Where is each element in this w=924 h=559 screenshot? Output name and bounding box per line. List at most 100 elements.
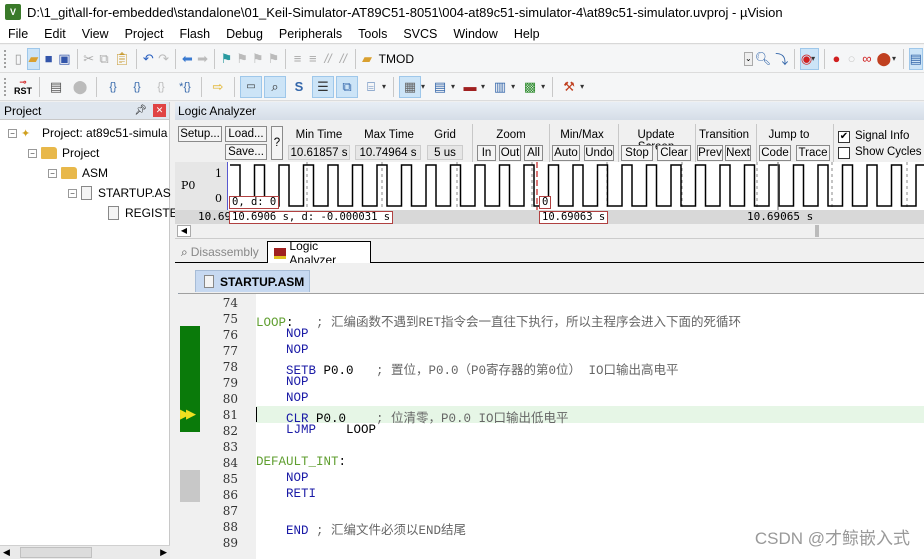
chevron-down-icon[interactable]: ▾ (382, 82, 386, 91)
menu-view[interactable]: View (74, 27, 117, 41)
disassembly-window-icon[interactable]: ⌕ (264, 75, 286, 98)
step-over-icon[interactable]: {} (126, 76, 148, 98)
zoom-in-button[interactable]: In (477, 145, 496, 161)
toolbar-grip[interactable] (4, 49, 7, 68)
auto-button[interactable]: Auto (552, 145, 580, 161)
nav-forward-icon[interactable]: ➡ (196, 48, 209, 70)
collapse-icon[interactable]: − (8, 128, 17, 138)
tree-item-startup-asm[interactable]: − STARTUP.AS (68, 186, 171, 200)
code-line[interactable]: END ; 汇编文件必须以END结尾 (256, 519, 466, 538)
breakpoint-disable-icon[interactable]: ∞ (860, 48, 873, 70)
code-line[interactable]: NOP (256, 471, 309, 485)
command-window-icon[interactable]: ▭ (240, 75, 262, 98)
jump-trace-button[interactable]: Trace (796, 145, 830, 161)
tab-disassembly[interactable]: ⌕ Disassembly (175, 241, 265, 263)
help-button[interactable]: ? (271, 126, 283, 160)
redo-icon[interactable]: ↷ (157, 48, 170, 70)
code-line[interactable]: LOOP: ; 汇编函数不遇到RET指令会一直往下执行，所以主程序会进入下面的死… (256, 311, 741, 330)
find-combo-value[interactable]: TMOD (379, 52, 414, 66)
registers-window-icon[interactable]: ☰ (312, 75, 334, 98)
chevron-down-icon[interactable]: ▾ (511, 82, 515, 91)
step-into-icon[interactable]: {} (102, 76, 124, 98)
signal-name[interactable]: P0 (181, 179, 195, 192)
menu-flash[interactable]: Flash (171, 27, 218, 41)
reset-icon[interactable]: ⊸ RST (12, 76, 34, 98)
toolbar-grip[interactable] (4, 77, 7, 96)
tab-startup-asm[interactable]: STARTUP.ASM (195, 270, 310, 292)
zoom-out-button[interactable]: Out (499, 145, 521, 161)
breakpoint-insert-icon[interactable]: ● (830, 48, 843, 70)
clear-button[interactable]: Clear (657, 145, 691, 161)
next-transition-button[interactable]: Next (725, 145, 751, 161)
new-file-icon[interactable]: ▯ (12, 48, 25, 70)
scroll-left-icon[interactable]: ◀ (177, 225, 191, 237)
toolbox-icon[interactable]: ⚒ (558, 76, 580, 98)
tree-item-project-group[interactable]: − Project (28, 146, 99, 160)
code-line[interactable]: NOP (256, 391, 309, 405)
save-icon[interactable]: ■ (42, 48, 55, 70)
collapse-icon[interactable]: − (28, 148, 37, 158)
menu-window[interactable]: Window (445, 27, 505, 41)
find-icon[interactable]: 🔍︎ (754, 48, 773, 70)
scroll-right-icon[interactable]: ▶ (160, 547, 167, 558)
zoom-all-button[interactable]: All (524, 145, 543, 161)
prev-bookmark-icon[interactable]: ⚑ (235, 48, 249, 70)
menu-project[interactable]: Project (117, 27, 172, 41)
menu-svcs[interactable]: SVCS (395, 27, 445, 41)
prev-transition-button[interactable]: Prev (697, 145, 723, 161)
menu-peripherals[interactable]: Peripherals (271, 27, 350, 41)
menu-edit[interactable]: Edit (36, 27, 74, 41)
serial-windows-icon[interactable]: ▤ (429, 76, 451, 98)
close-icon[interactable]: ✕ (153, 104, 166, 117)
code-line[interactable]: NOP (256, 343, 309, 357)
save-all-icon[interactable]: ▣ (57, 48, 71, 70)
scroll-left-icon[interactable]: ◀ (3, 547, 10, 558)
stop-button[interactable]: Stop (621, 145, 653, 161)
memory-windows-icon[interactable]: ▦ (399, 75, 422, 98)
pin-icon[interactable]: 📌︎ (134, 105, 147, 116)
load-button[interactable]: Load... (225, 126, 267, 142)
indent-icon[interactable]: ≡ (291, 48, 304, 70)
scrollbar-thumb[interactable] (20, 547, 92, 558)
logic-analyzer-scrollbar[interactable]: ◀ (175, 224, 924, 239)
save-button[interactable]: Save... (225, 144, 267, 160)
copy-icon[interactable]: ⧉ (97, 48, 110, 70)
tree-item-project-root[interactable]: − ✦ Project: at89c51-simula (8, 126, 167, 140)
bookmark-icon[interactable]: ⚑ (220, 48, 234, 70)
chevron-down-icon[interactable]: ▾ (892, 54, 896, 63)
open-folder-icon[interactable]: ▰ (26, 47, 41, 70)
chevron-down-icon[interactable]: ▾ (580, 82, 584, 91)
menu-tools[interactable]: Tools (350, 27, 395, 41)
project-horizontal-scrollbar[interactable]: ◀ ▶ (0, 545, 170, 559)
breakpoint-enable-icon[interactable]: ○ (845, 48, 858, 70)
symbols-window-icon[interactable]: S (288, 76, 310, 98)
scrollbar-thumb[interactable] (815, 225, 819, 237)
window-layout-icon[interactable]: ▤ (908, 47, 923, 70)
clear-bookmarks-icon[interactable]: ⚑ (267, 48, 281, 70)
code-line[interactable]: NOP (256, 375, 309, 389)
tab-logic-analyzer[interactable]: Logic Analyzer (267, 239, 371, 267)
debug-session-icon[interactable]: ◉ ▾ (799, 47, 820, 70)
chevron-down-icon[interactable]: ▾ (541, 82, 545, 91)
chevron-down-icon[interactable]: ▾ (421, 82, 425, 91)
menu-file[interactable]: File (0, 27, 36, 41)
show-next-statement-icon[interactable]: ⇨ (207, 76, 229, 98)
code-line[interactable]: RETI (256, 487, 316, 501)
next-bookmark-icon[interactable]: ⚑ (251, 48, 265, 70)
stop-icon[interactable]: ⬤ (69, 76, 91, 98)
system-viewer-icon[interactable]: ▩ (519, 76, 541, 98)
cut-icon[interactable]: ✂ (82, 48, 95, 70)
code-line[interactable]: LJMP LOOP (256, 423, 376, 437)
tree-item-asm-folder[interactable]: − ASM (48, 166, 108, 180)
nav-back-icon[interactable]: ⬅ (181, 48, 194, 70)
code-line[interactable]: DEFAULT_INT: (256, 455, 346, 469)
paste-icon[interactable]: 📋︎ (113, 48, 132, 70)
signal-info-checkbox[interactable]: ✔ (838, 131, 850, 143)
show-cycles-checkbox[interactable] (838, 147, 850, 159)
tree-item-registers[interactable]: REGISTE (108, 206, 178, 220)
comment-icon[interactable]: // (321, 48, 334, 70)
menu-help[interactable]: Help (506, 27, 548, 41)
collapse-icon[interactable]: − (68, 188, 77, 198)
incremental-find-icon[interactable]: ⤵ (774, 48, 789, 70)
analysis-windows-icon[interactable]: ▬ (459, 76, 481, 98)
